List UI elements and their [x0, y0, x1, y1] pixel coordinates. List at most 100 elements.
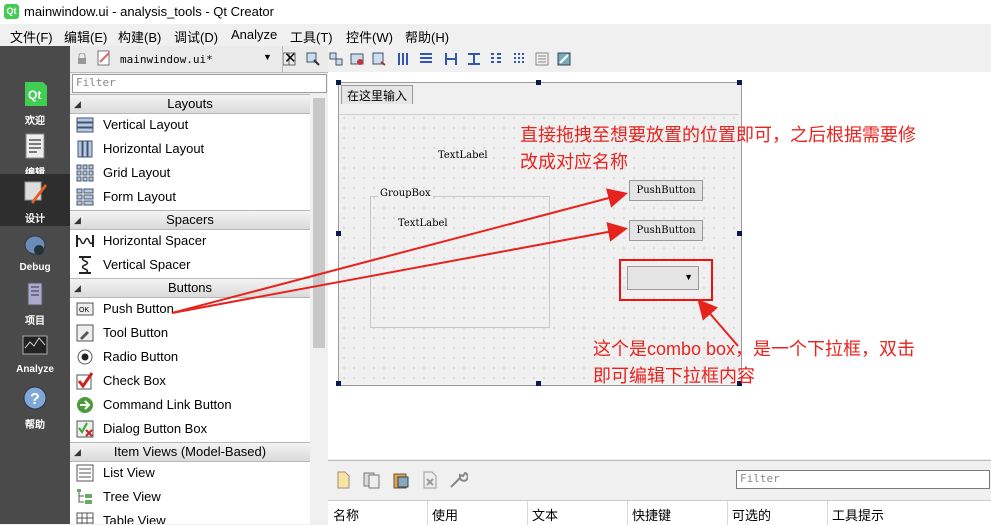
action-filter-input[interactable]: Filter	[736, 470, 990, 489]
help-icon: ?	[23, 386, 47, 410]
form-menu-type-here[interactable]: 在这里输入	[341, 85, 414, 106]
widget-form-layout[interactable]: Form Layout	[70, 185, 310, 209]
column-tooltip[interactable]: 工具提示	[832, 505, 884, 524]
widget-dialog-button-box[interactable]: Dialog Button Box	[70, 417, 310, 441]
layout-horizontal-icon[interactable]	[397, 52, 411, 66]
resize-handle[interactable]	[336, 381, 341, 386]
widget-horizontal-spacer[interactable]: Horizontal Spacer	[70, 229, 310, 253]
edit-document-icon	[25, 133, 45, 159]
widget-list-view[interactable]: List View	[70, 461, 310, 485]
category-buttons[interactable]: ◢ Buttons	[70, 278, 310, 298]
menu-file[interactable]: 文件(F)	[10, 27, 53, 46]
menu-debug[interactable]: 调试(D)	[174, 27, 218, 46]
widget-grid-layout[interactable]: Grid Layout	[70, 161, 310, 185]
mode-design[interactable]: 设计	[0, 174, 70, 226]
category-item-views[interactable]: ◢ Item Views (Model-Based)	[70, 442, 310, 462]
grid-layout-icon	[76, 164, 94, 182]
paste-action-icon[interactable]	[392, 471, 410, 489]
form-textlabel[interactable]: TextLabel	[398, 218, 448, 229]
widget-filter-input[interactable]: Filter	[72, 74, 327, 93]
column-used[interactable]: 使用	[432, 505, 458, 524]
layout-grid-icon[interactable]	[512, 52, 526, 66]
layout-vertical-icon[interactable]	[419, 52, 433, 66]
configure-wrench-icon[interactable]	[448, 470, 468, 490]
menu-edit[interactable]: 编辑(E)	[64, 27, 107, 46]
break-layout-icon[interactable]	[535, 52, 549, 66]
form-toolbar-area	[339, 104, 739, 115]
push-button-icon: OK	[76, 302, 94, 316]
widget-push-button[interactable]: OK Push Button	[70, 297, 310, 321]
qt-logo-icon: Qt	[4, 4, 19, 19]
menu-build[interactable]: 构建(B)	[118, 27, 161, 46]
close-icon[interactable]: ✕	[284, 49, 297, 67]
layout-splitter-v-icon[interactable]	[467, 52, 481, 66]
form-pushbutton[interactable]: PushButton	[629, 180, 703, 201]
new-action-icon[interactable]	[336, 471, 350, 489]
analyze-monitor-icon	[22, 335, 48, 355]
widget-box: ◢ Layouts Vertical Layout Horizontal Layo…	[70, 94, 310, 524]
mode-welcome[interactable]: Qt 欢迎	[0, 76, 70, 128]
vertical-spacer-icon	[79, 256, 91, 274]
edit-tab-order-icon[interactable]	[372, 52, 386, 66]
form-pushbutton[interactable]: PushButton	[629, 220, 703, 241]
edit-buddies-icon[interactable]	[350, 52, 364, 66]
debug-bug-icon	[24, 235, 46, 255]
widget-vertical-layout[interactable]: Vertical Layout	[70, 113, 310, 137]
menu-analyze[interactable]: Analyze	[231, 27, 277, 42]
mode-analyze[interactable]: Analyze	[0, 328, 70, 380]
mode-projects[interactable]: 项目	[0, 276, 70, 328]
widget-horizontal-layout[interactable]: Horizontal Layout	[70, 137, 310, 161]
window-title: mainwindow.ui - analysis_tools - Qt Crea…	[24, 4, 274, 19]
layout-form-icon[interactable]	[489, 52, 503, 66]
mode-debug[interactable]: Debug	[0, 226, 70, 278]
tool-button-icon	[76, 324, 94, 342]
widget-command-link-button[interactable]: Command Link Button	[70, 393, 310, 417]
command-link-icon	[77, 397, 93, 413]
form-groupbox-title: GroupBox	[378, 188, 433, 199]
column-name[interactable]: 名称	[333, 505, 359, 524]
expand-triangle-icon: ◢	[74, 99, 81, 109]
resize-handle[interactable]	[536, 381, 541, 386]
form-textlabel[interactable]: TextLabel	[438, 150, 488, 161]
column-checkable[interactable]: 可选的	[732, 505, 771, 524]
widget-vertical-spacer[interactable]: Vertical Spacer	[70, 253, 310, 277]
mode-help[interactable]: ? 帮助	[0, 380, 70, 432]
horizontal-spacer-icon	[76, 235, 94, 247]
category-spacers[interactable]: ◢ Spacers	[70, 210, 310, 230]
widget-radio-button[interactable]: Radio Button	[70, 345, 310, 369]
delete-action-icon[interactable]	[422, 471, 438, 489]
widget-box-scrollbar[interactable]	[311, 94, 327, 524]
svg-text:OK: OK	[79, 307, 89, 314]
form-groupbox[interactable]	[370, 196, 550, 328]
menu-help[interactable]: 帮助(H)	[405, 27, 449, 46]
widget-table-view[interactable]: Table View	[70, 509, 310, 524]
menu-widgets[interactable]: 控件(W)	[346, 27, 393, 46]
category-layouts[interactable]: ◢ Layouts	[70, 94, 310, 114]
mode-edit[interactable]: 编辑	[0, 128, 70, 180]
column-text[interactable]: 文本	[532, 505, 558, 524]
resize-handle[interactable]	[737, 231, 742, 236]
widget-tree-view[interactable]: Tree View	[70, 485, 310, 509]
chevron-down-icon[interactable]: ▼	[263, 52, 272, 62]
combobox-highlight-box	[619, 259, 713, 301]
edit-widgets-icon[interactable]	[306, 52, 320, 66]
menu-tools[interactable]: 工具(T)	[290, 27, 333, 46]
svg-text:Qt: Qt	[28, 88, 41, 102]
resize-handle[interactable]	[737, 80, 742, 85]
resize-handle[interactable]	[336, 80, 341, 85]
scrollbar-thumb[interactable]	[313, 98, 325, 348]
copy-action-icon[interactable]	[362, 471, 382, 489]
open-file-name[interactable]: mainwindow.ui*	[120, 53, 213, 66]
design-brush-icon	[24, 181, 47, 205]
resize-handle[interactable]	[336, 231, 341, 236]
adjust-size-icon[interactable]	[557, 52, 571, 66]
expand-triangle-icon: ◢	[74, 447, 81, 457]
column-shortcut[interactable]: 快捷键	[632, 505, 671, 524]
layout-splitter-h-icon[interactable]	[444, 52, 458, 66]
lock-icon	[78, 53, 86, 64]
resize-handle[interactable]	[536, 80, 541, 85]
horizontal-layout-icon	[77, 140, 93, 158]
widget-check-box[interactable]: Check Box	[70, 369, 310, 393]
edit-signals-icon[interactable]	[329, 52, 343, 66]
widget-tool-button[interactable]: Tool Button	[70, 321, 310, 345]
